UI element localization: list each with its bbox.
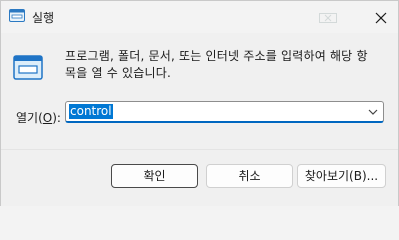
description-line-1: 프로그램, 폴더, 문서, 또는 인터넷 주소를 입력하여 해당 항: [65, 49, 368, 63]
open-input-value[interactable]: control: [69, 104, 113, 119]
run-icon: [9, 9, 25, 23]
open-combobox[interactable]: control: [65, 101, 384, 123]
snap-layout-icon: [319, 12, 337, 23]
description-text: 프로그램, 폴더, 문서, 또는 인터넷 주소를 입력하여 해당 항 목을 열 …: [65, 48, 385, 82]
cancel-button[interactable]: 취소: [206, 164, 293, 188]
button-bar: 확인 취소 찾아보기(B)...: [1, 149, 398, 206]
open-label-accelerator: O: [42, 111, 53, 125]
run-large-icon: [13, 55, 43, 81]
chevron-down-icon[interactable]: [367, 106, 379, 116]
open-label-suffix: ):: [52, 111, 61, 125]
dialog-body: 프로그램, 폴더, 문서, 또는 인터넷 주소를 입력하여 해당 항 목을 열 …: [1, 33, 398, 149]
ok-button[interactable]: 확인: [111, 164, 198, 188]
close-icon: [375, 12, 387, 24]
open-label: 열기(O):: [16, 109, 61, 126]
description-line-2: 목을 열 수 있습니다.: [65, 66, 171, 80]
open-label-prefix: 열기(: [16, 111, 43, 125]
title-bar[interactable]: 실행: [1, 1, 398, 33]
close-button[interactable]: [370, 7, 392, 29]
window-title: 실행: [32, 11, 55, 25]
run-dialog: 실행 프로그램, 폴더, 문서, 또는 인터넷 주소를 입력하여 해당 항 목을…: [0, 0, 399, 206]
browse-button[interactable]: 찾아보기(B)...: [297, 164, 386, 188]
